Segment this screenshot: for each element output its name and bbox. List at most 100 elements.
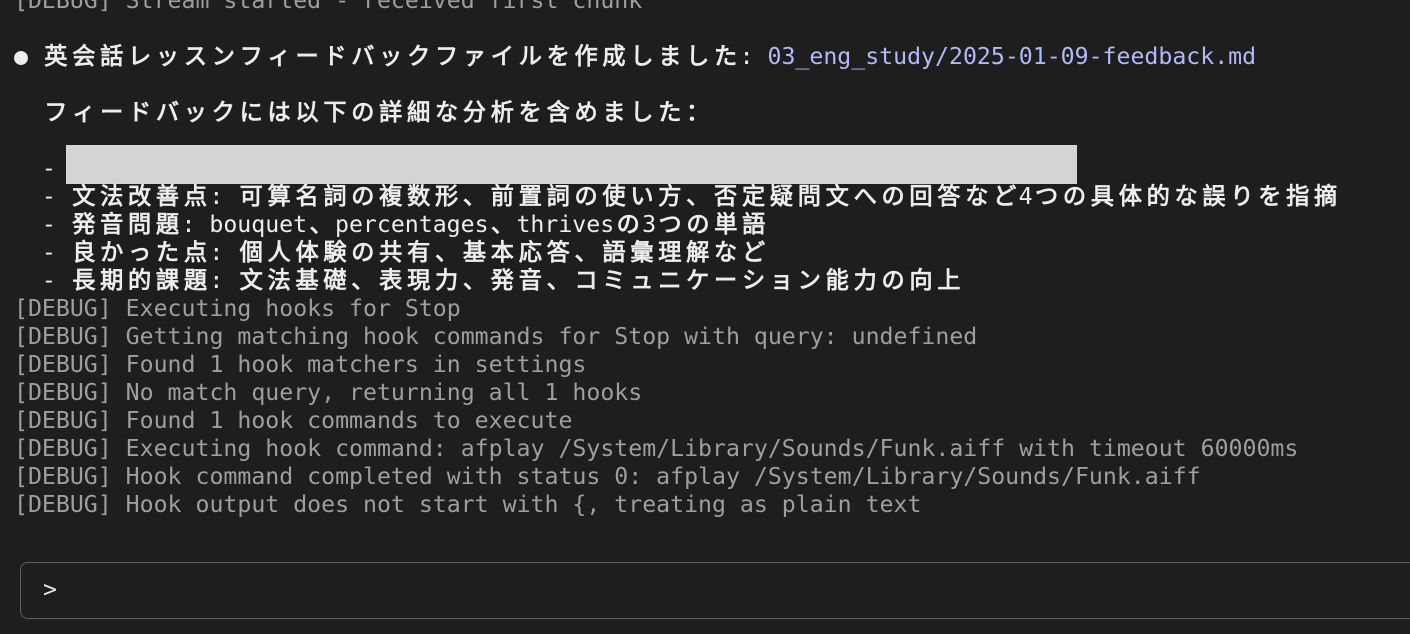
cjk-glyph: 発 bbox=[490, 267, 514, 294]
cjk-glyph: 方 bbox=[658, 183, 682, 210]
cjk-glyph: っ bbox=[128, 239, 152, 266]
cjk-glyph: 基 bbox=[462, 239, 487, 266]
cjk-glyph: を bbox=[546, 43, 570, 70]
cjk-glyph: 体 bbox=[1118, 183, 1142, 210]
cjk-glyph: の bbox=[351, 99, 375, 126]
cjk-glyph: 、 bbox=[490, 211, 515, 238]
debug-log-line: [DEBUG] No match query, returning all 1 … bbox=[14, 379, 643, 406]
cjk-glyph: 礎 bbox=[323, 267, 347, 294]
cjk-glyph: を bbox=[1258, 183, 1282, 210]
cjk-glyph: 上 bbox=[937, 267, 961, 294]
prompt-symbol: > bbox=[43, 576, 57, 603]
cjk-glyph: 分 bbox=[462, 99, 487, 126]
cjk-glyph: 誤 bbox=[1202, 183, 1226, 210]
cjk-glyph: フ bbox=[44, 99, 68, 126]
cjk-glyph: 題 bbox=[183, 267, 207, 294]
cjk-glyph: 答 bbox=[937, 183, 961, 210]
cjk-glyph: の bbox=[1062, 183, 1087, 210]
cjk-glyph: ま bbox=[658, 43, 682, 70]
cjk-glyph: ィ bbox=[267, 43, 291, 70]
cjk-glyph: な bbox=[714, 239, 738, 266]
cjk-glyph: 人 bbox=[267, 239, 291, 266]
cjk-glyph: の bbox=[351, 183, 375, 210]
cjk-glyph: 会 bbox=[72, 43, 96, 70]
cjk-glyph: 複 bbox=[379, 183, 403, 210]
cjk-glyph: 単 bbox=[714, 211, 738, 238]
cjk-glyph: 向 bbox=[909, 267, 933, 294]
feedback-item-redacted: - bbox=[14, 145, 1410, 184]
cjk-glyph: し bbox=[630, 43, 654, 70]
cjk-glyph: 表 bbox=[379, 267, 403, 294]
debug-log-line: [DEBUG] Executing hook command: afplay /… bbox=[14, 435, 1299, 462]
cjk-glyph: か bbox=[100, 239, 124, 266]
cjk-glyph: 本 bbox=[490, 239, 514, 266]
message-text: 英会話レッスンフィードバックファイルを作成しました: bbox=[42, 43, 753, 70]
cjk-glyph: 算 bbox=[267, 183, 291, 210]
feedback-item-text: 長期的課題: 文法基礎、表現力、発音、コミュニケーション能力の向上 bbox=[70, 267, 963, 294]
cjk-glyph: 点 bbox=[183, 183, 207, 210]
cjk-glyph: 、 bbox=[434, 239, 459, 266]
cjk-glyph: 、 bbox=[351, 267, 375, 294]
cjk-glyph: 可 bbox=[239, 183, 263, 210]
debug-log-line: [DEBUG] Hook command completed with stat… bbox=[14, 463, 1201, 490]
debug-log-line: [DEBUG] Stream started - received first … bbox=[14, 0, 643, 14]
terminal-screen: [DEBUG] Stream started - received first … bbox=[0, 0, 1410, 634]
cjk-glyph: ス bbox=[183, 43, 207, 70]
feedback-item-text: 発音問題: bouquet、 percentages、 thrives の 3 つの単語 bbox=[70, 211, 768, 238]
feedback-item: -長期的課題: 文法基礎、表現力、発音、コミュニケーション能力の向上 bbox=[14, 267, 1410, 295]
cjk-glyph: レ bbox=[128, 43, 152, 70]
cjk-glyph: の bbox=[881, 267, 905, 294]
cjk-glyph: な bbox=[1174, 183, 1198, 210]
cjk-glyph: の bbox=[881, 183, 905, 210]
cjk-glyph: ク bbox=[211, 99, 235, 126]
debug-log-line: [DEBUG] Found 1 hook commands to execute bbox=[14, 407, 573, 434]
prompt-input-box[interactable]: > bbox=[20, 562, 1410, 619]
cjk-glyph: 以 bbox=[295, 99, 319, 126]
cjk-glyph: の bbox=[686, 211, 710, 238]
cjk-glyph: 指 bbox=[1286, 183, 1310, 210]
cjk-glyph: ュ bbox=[630, 267, 654, 294]
cjk-glyph: 語 bbox=[742, 211, 766, 238]
cjk-glyph: 現 bbox=[407, 267, 431, 294]
cjk-glyph: 有 bbox=[407, 239, 431, 266]
cjk-glyph: 個 bbox=[239, 239, 263, 266]
cjk-glyph: ル bbox=[518, 43, 542, 70]
redacted-block bbox=[66, 145, 1077, 184]
cjk-glyph: 文 bbox=[72, 183, 96, 210]
cjk-glyph: の bbox=[616, 211, 640, 238]
cjk-glyph: 問 bbox=[128, 211, 152, 238]
feedback-item-text: 文法改善点: 可算名詞の複数形、前置詞の使い方、否定疑問文への回答など 4 つの具体… bbox=[70, 183, 1340, 210]
cjk-glyph: 期 bbox=[100, 267, 124, 294]
debug-log-line: [DEBUG] Getting matching hook commands f… bbox=[14, 323, 978, 350]
cjk-glyph: 改 bbox=[128, 183, 152, 210]
cjk-glyph: ン bbox=[797, 267, 821, 294]
cjk-glyph: に bbox=[239, 99, 263, 126]
file-path: 03_eng_study/2025-01-09-feedback.md bbox=[767, 43, 1257, 70]
feedback-intro: フィードバックには以下の詳細な分析を含めました： bbox=[14, 99, 1410, 127]
cjk-glyph: ッ bbox=[379, 43, 403, 70]
cjk-glyph: の bbox=[351, 239, 375, 266]
cjk-glyph: 回 bbox=[909, 183, 933, 210]
cjk-glyph: 疑 bbox=[769, 183, 794, 210]
cjk-glyph: 題 bbox=[155, 211, 180, 238]
cjk-glyph: 摘 bbox=[1314, 183, 1338, 210]
cjk-glyph: 文 bbox=[239, 267, 263, 294]
cjk-glyph: は bbox=[267, 99, 291, 126]
cjk-glyph: ッ bbox=[183, 99, 207, 126]
cjk-glyph: 力 bbox=[434, 267, 459, 294]
cjk-glyph: ケ bbox=[686, 267, 710, 294]
cjk-glyph: バ bbox=[155, 99, 180, 126]
cjk-glyph: 使 bbox=[602, 183, 626, 210]
cjk-glyph: ー bbox=[295, 43, 319, 70]
output-log: [DEBUG] Stream started - received first … bbox=[0, 0, 1410, 519]
cjk-glyph: ッ bbox=[155, 43, 180, 70]
cjk-glyph: 音 bbox=[518, 267, 542, 294]
cjk-glyph: 点 bbox=[183, 239, 207, 266]
feedback-item: -発音問題: bouquet、 percentages、 thrives の 3 つの単語 bbox=[14, 211, 1410, 239]
cjk-glyph: た bbox=[155, 239, 180, 266]
feedback-item-text: 良かった点: 個人体験の共有、基本応答、語彙理解など bbox=[70, 239, 768, 266]
cjk-glyph: 話 bbox=[100, 43, 124, 70]
cjk-glyph: 数 bbox=[407, 183, 431, 210]
